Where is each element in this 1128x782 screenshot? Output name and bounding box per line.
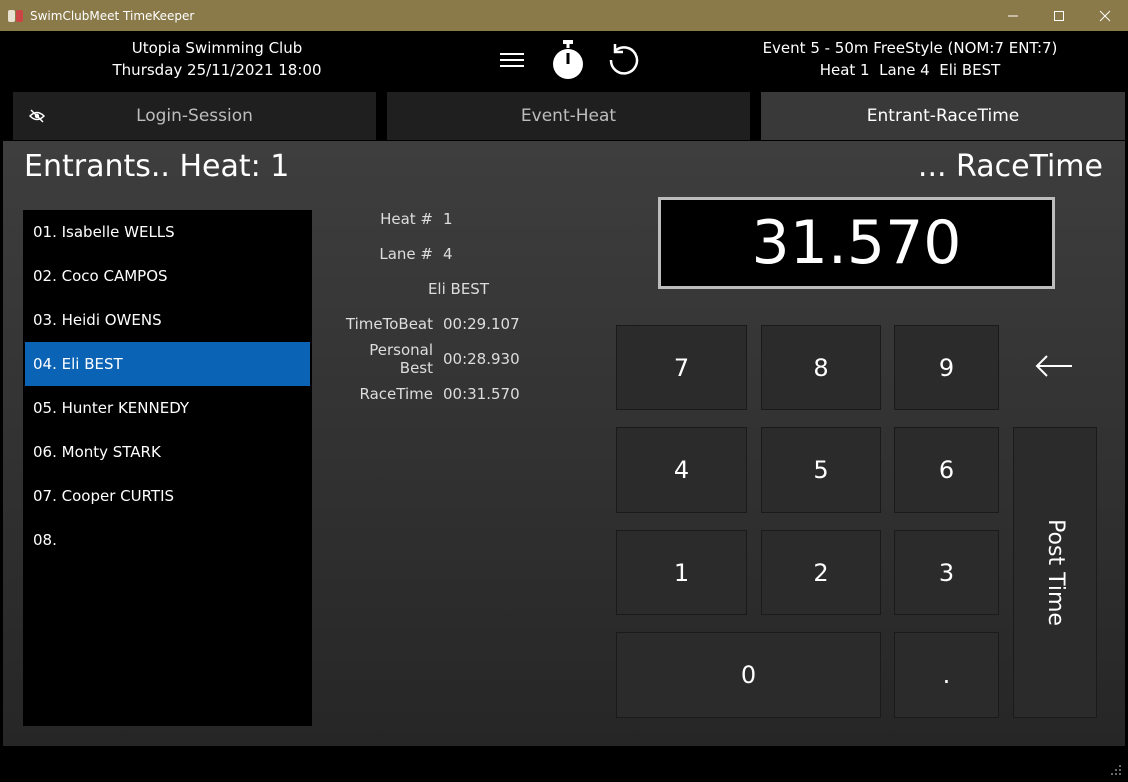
hamburger-menu-icon bbox=[500, 53, 524, 67]
key-5[interactable]: 5 bbox=[761, 427, 881, 513]
stopwatch-button[interactable] bbox=[550, 39, 586, 81]
event-info: Event 5 - 50m FreeStyle (NOM:7 ENT:7) He… bbox=[700, 37, 1120, 81]
key-decimal[interactable]: . bbox=[894, 632, 999, 718]
key-2[interactable]: 2 bbox=[761, 530, 881, 615]
racetime-row: RaceTime 00:31.570 bbox=[333, 376, 533, 411]
entrant-name: Eli BEST bbox=[427, 279, 489, 298]
minimize-button[interactable] bbox=[990, 0, 1036, 31]
stopwatch-icon bbox=[553, 40, 583, 79]
tab-event-heat[interactable]: Event-Heat bbox=[387, 92, 750, 140]
racetime-heading: ... RaceTime bbox=[917, 149, 1103, 184]
tab-entrant-racetime[interactable]: Entrant-RaceTime bbox=[761, 92, 1125, 140]
maximize-icon bbox=[1054, 10, 1064, 21]
ttb-row: TimeToBeat 00:29.107 bbox=[333, 306, 533, 341]
list-item[interactable]: 01. Isabelle WELLS bbox=[23, 210, 312, 254]
key-4[interactable]: 4 bbox=[616, 427, 747, 513]
list-item[interactable]: 02. Coco CAMPOS bbox=[23, 254, 312, 298]
window-controls bbox=[990, 0, 1128, 31]
close-button[interactable] bbox=[1082, 0, 1128, 31]
racetime-display: 31.570 bbox=[658, 197, 1055, 289]
key-0[interactable]: 0 bbox=[616, 632, 881, 718]
refresh-icon bbox=[609, 44, 639, 75]
main-panel: Entrants.. Heat: 1 ... RaceTime 01. Isab… bbox=[3, 141, 1125, 746]
menu-button[interactable] bbox=[494, 39, 530, 81]
tab-bar: Login-Session Event-Heat Entrant-RaceTim… bbox=[0, 92, 1128, 140]
event-line: Event 5 - 50m FreeStyle (NOM:7 ENT:7) bbox=[762, 39, 1058, 57]
app-header: Utopia Swimming Club Thursday 25/11/2021… bbox=[0, 31, 1128, 92]
list-item[interactable]: 06. Monty STARK bbox=[23, 430, 312, 474]
ttb-label: TimeToBeat bbox=[345, 314, 433, 333]
key-1[interactable]: 1 bbox=[616, 530, 747, 615]
app-icon bbox=[8, 8, 24, 24]
window-title: SwimClubMeet TimeKeeper bbox=[30, 8, 195, 23]
refresh-button[interactable] bbox=[606, 39, 642, 81]
key-8[interactable]: 8 bbox=[761, 325, 881, 410]
list-item[interactable]: 03. Heidi OWENS bbox=[23, 298, 312, 342]
session-datetime: Thursday 25/11/2021 18:00 bbox=[112, 61, 322, 79]
title-bar: SwimClubMeet TimeKeeper bbox=[0, 0, 1128, 31]
minimize-icon bbox=[1008, 15, 1018, 16]
maximize-button[interactable] bbox=[1036, 0, 1082, 31]
name-row: Eli BEST bbox=[333, 271, 533, 306]
club-name: Utopia Swimming Club bbox=[131, 39, 303, 57]
list-item-selected[interactable]: 04. Eli BEST bbox=[25, 342, 310, 386]
list-item[interactable]: 08. bbox=[23, 518, 312, 562]
key-7[interactable]: 7 bbox=[616, 325, 747, 410]
heat-value: 1 bbox=[443, 209, 453, 228]
ttb-value: 00:29.107 bbox=[443, 314, 520, 333]
backspace-arrow-icon bbox=[1035, 355, 1072, 377]
pb-value: 00:28.930 bbox=[443, 349, 520, 368]
status-bar bbox=[0, 746, 1128, 782]
entrant-details: Heat # 1 Lane # 4 Eli BEST TimeToBeat 00… bbox=[333, 201, 533, 411]
tab-login-session[interactable]: Login-Session bbox=[13, 92, 376, 140]
heat-lane-line: Heat 1 Lane 4 Eli BEST bbox=[819, 61, 1001, 79]
key-6[interactable]: 6 bbox=[894, 427, 999, 513]
list-item[interactable]: 07. Cooper CURTIS bbox=[23, 474, 312, 518]
tab-label: Event-Heat bbox=[520, 106, 617, 126]
post-time-label: Post Time bbox=[1042, 519, 1068, 626]
post-time-button[interactable]: Post Time bbox=[1013, 427, 1097, 718]
pb-label: Personal Best bbox=[369, 340, 433, 377]
tab-label: Entrant-RaceTime bbox=[866, 106, 1020, 126]
resize-grip-icon[interactable] bbox=[1110, 764, 1122, 776]
eye-hidden-icon[interactable] bbox=[29, 108, 45, 124]
pb-row: Personal Best 00:28.930 bbox=[333, 340, 533, 377]
racetime-value: 00:31.570 bbox=[443, 384, 520, 403]
entrants-heading: Entrants.. Heat: 1 bbox=[24, 149, 290, 184]
heat-row: Heat # 1 bbox=[333, 201, 533, 236]
key-3[interactable]: 3 bbox=[894, 530, 999, 615]
lane-label: Lane # bbox=[379, 244, 433, 263]
lane-row: Lane # 4 bbox=[333, 236, 533, 271]
entrants-list[interactable]: 01. Isabelle WELLS 02. Coco CAMPOS 03. H… bbox=[23, 210, 312, 726]
club-info: Utopia Swimming Club Thursday 25/11/2021… bbox=[100, 37, 334, 81]
heat-label: Heat # bbox=[380, 209, 433, 228]
racetime-label: RaceTime bbox=[359, 384, 433, 403]
list-item[interactable]: 05. Hunter KENNEDY bbox=[23, 386, 312, 430]
backspace-button[interactable] bbox=[1029, 346, 1079, 386]
tab-label: Login-Session bbox=[136, 106, 253, 126]
close-icon bbox=[1099, 10, 1111, 21]
lane-value: 4 bbox=[443, 244, 453, 263]
header-toolbar bbox=[494, 39, 642, 81]
key-9[interactable]: 9 bbox=[894, 325, 999, 410]
